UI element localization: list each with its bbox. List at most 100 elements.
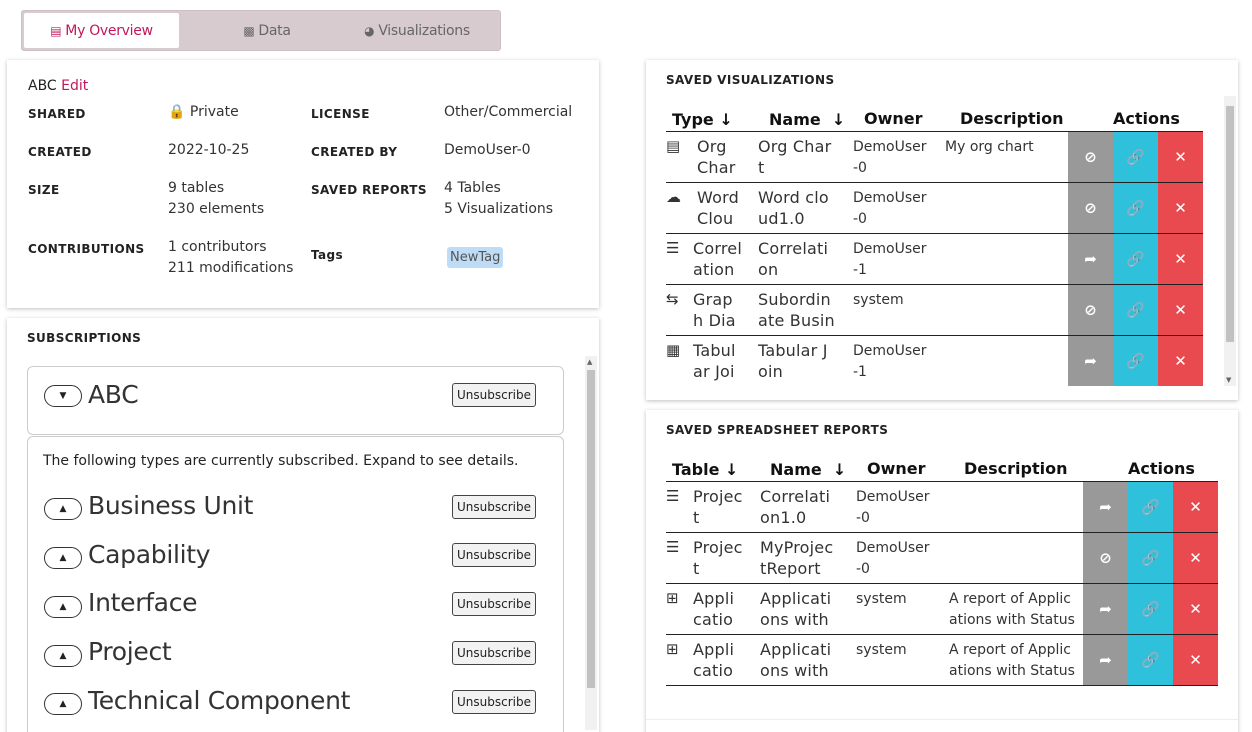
- tasks-icon: ☰: [666, 487, 680, 505]
- type-name: Business Unit: [88, 491, 254, 520]
- eye-slash-icon[interactable]: ⊘: [1068, 183, 1113, 233]
- col-owner: Owner: [867, 459, 926, 478]
- eye-slash-icon[interactable]: ⊘: [1083, 533, 1128, 583]
- share-icon[interactable]: ➦: [1083, 584, 1128, 634]
- report-owner: DemoUser -0: [856, 489, 930, 526]
- link-icon[interactable]: 🔗: [1113, 336, 1158, 386]
- scroll-down-icon[interactable]: ▼: [1226, 376, 1231, 384]
- link-icon[interactable]: 🔗: [1128, 482, 1173, 532]
- tab-data[interactable]: ▩ Data: [212, 13, 322, 48]
- created-by-value: DemoUser-0: [444, 142, 531, 158]
- unsubscribe-button[interactable]: Unsubscribe: [452, 641, 536, 665]
- share-icon[interactable]: ➦: [1068, 336, 1113, 386]
- col-table[interactable]: Table ↓: [672, 460, 738, 479]
- vis-owner: DemoUser -0: [853, 139, 927, 176]
- vis-type: Org Char: [697, 137, 736, 177]
- unsubscribe-button[interactable]: Unsubscribe: [452, 495, 536, 519]
- close-icon[interactable]: ✕: [1158, 285, 1203, 335]
- link-icon[interactable]: 🔗: [1113, 183, 1158, 233]
- tab-visualizations[interactable]: ◕ Visualizations: [352, 13, 482, 48]
- chevron-up-icon[interactable]: ▲: [44, 693, 82, 715]
- vis-type: Word Clou: [697, 188, 739, 228]
- saved-reports-label: SAVED REPORTS: [311, 183, 427, 197]
- modifications-count: 211 modifications: [168, 260, 294, 276]
- created-value: 2022-10-25: [168, 142, 250, 158]
- eye-slash-icon[interactable]: ⊘: [1068, 132, 1113, 182]
- close-icon[interactable]: ✕: [1158, 132, 1203, 182]
- report-owner: system: [856, 591, 907, 607]
- close-icon[interactable]: ✕: [1173, 584, 1218, 634]
- close-icon[interactable]: ✕: [1158, 234, 1203, 284]
- report-table: Projec t: [693, 487, 743, 527]
- size-label: SIZE: [28, 183, 60, 197]
- vis-owner: system: [853, 292, 904, 308]
- close-icon[interactable]: ✕: [1158, 336, 1203, 386]
- unsubscribe-button[interactable]: Unsubscribe: [452, 592, 536, 616]
- col-type[interactable]: Type ↓: [672, 110, 733, 129]
- org-chart-icon: ▤: [666, 137, 681, 155]
- link-icon[interactable]: 🔗: [1113, 132, 1158, 182]
- arrow-down-icon: ↓: [831, 110, 846, 129]
- vis-name[interactable]: Subordin ate Busin: [758, 289, 835, 331]
- type-name: Capability: [88, 540, 211, 569]
- close-icon[interactable]: ✕: [1173, 482, 1218, 532]
- chevron-up-icon[interactable]: ▲: [44, 498, 82, 520]
- scrollbar-thumb[interactable]: [1226, 106, 1234, 342]
- link-icon[interactable]: 🔗: [1128, 635, 1173, 685]
- edit-link[interactable]: Edit: [61, 78, 88, 94]
- scroll-up-icon[interactable]: ▲: [587, 358, 592, 366]
- report-name[interactable]: Applicati ons with: [760, 639, 831, 681]
- eye-slash-icon[interactable]: ⊘: [1068, 285, 1113, 335]
- contributions-label: CONTRIBUTIONS: [28, 242, 145, 256]
- unsubscribe-button[interactable]: Unsubscribe: [452, 383, 536, 407]
- saved-reports-title: SAVED SPREADSHEET REPORTS: [666, 423, 889, 437]
- col-name[interactable]: Name ↓: [770, 460, 846, 479]
- col-description: Description: [964, 459, 1068, 478]
- close-icon[interactable]: ✕: [1158, 183, 1203, 233]
- created-label: CREATED: [28, 145, 92, 159]
- link-icon[interactable]: 🔗: [1113, 285, 1158, 335]
- link-icon[interactable]: 🔗: [1113, 234, 1158, 284]
- license-label: LICENSE: [311, 107, 370, 121]
- close-icon[interactable]: ✕: [1173, 635, 1218, 685]
- vis-scrollbar[interactable]: ▼: [1224, 96, 1236, 386]
- arrow-down-icon: ↓: [832, 460, 847, 479]
- subscriptions-title: SUBSCRIPTIONS: [27, 331, 142, 345]
- share-icon[interactable]: ➦: [1083, 635, 1128, 685]
- shared-label: SHARED: [28, 107, 86, 121]
- report-name[interactable]: Correlati on1.0: [760, 486, 830, 528]
- unsubscribe-button[interactable]: Unsubscribe: [452, 690, 536, 714]
- report-name[interactable]: MyProjec tReport: [760, 537, 833, 579]
- chevron-up-icon[interactable]: ▲: [44, 596, 82, 618]
- exchange-icon: ⇆: [666, 290, 679, 308]
- subscription-main: ▼ ABC Unsubscribe: [27, 366, 564, 435]
- unsubscribe-button[interactable]: Unsubscribe: [452, 543, 536, 567]
- table-list-icon: ▦: [666, 341, 681, 359]
- vis-name[interactable]: Tabular Join: [758, 340, 828, 382]
- link-icon[interactable]: 🔗: [1128, 533, 1173, 583]
- tab-my-overview[interactable]: ▤ My Overview: [24, 13, 179, 48]
- subscriptions-scrollbar[interactable]: ▲: [585, 356, 597, 730]
- table-icon: ⊞: [666, 589, 679, 607]
- report-description: A report of Applic ations with Status: [949, 591, 1075, 628]
- chevron-up-icon[interactable]: ▲: [44, 547, 82, 569]
- tag-badge[interactable]: NewTag: [447, 247, 504, 268]
- vis-name[interactable]: Word clo ud1.0: [758, 187, 829, 229]
- vis-type: Tabul ar Joi: [693, 341, 736, 381]
- subscriptions-card: SUBSCRIPTIONS ▼ ABC Unsubscribe The foll…: [7, 318, 599, 732]
- col-name[interactable]: Name ↓: [769, 110, 845, 129]
- link-icon[interactable]: 🔗: [1128, 584, 1173, 634]
- subscription-intro: The following types are currently subscr…: [43, 453, 519, 469]
- type-name: Interface: [88, 588, 198, 617]
- vis-name[interactable]: Correlati on: [758, 238, 828, 280]
- scrollbar-thumb[interactable]: [587, 370, 595, 688]
- chevron-down-icon[interactable]: ▼: [44, 385, 82, 407]
- saved-reports-vis: 5 Visualizations: [444, 201, 554, 217]
- report-name[interactable]: Applicati ons with: [760, 588, 831, 630]
- share-icon[interactable]: ➦: [1083, 482, 1128, 532]
- share-icon[interactable]: ➦: [1068, 234, 1113, 284]
- vis-name[interactable]: Org Char t: [758, 136, 831, 178]
- close-icon[interactable]: ✕: [1173, 533, 1218, 583]
- chevron-up-icon[interactable]: ▲: [44, 645, 82, 667]
- tasks-icon: ☰: [666, 538, 680, 556]
